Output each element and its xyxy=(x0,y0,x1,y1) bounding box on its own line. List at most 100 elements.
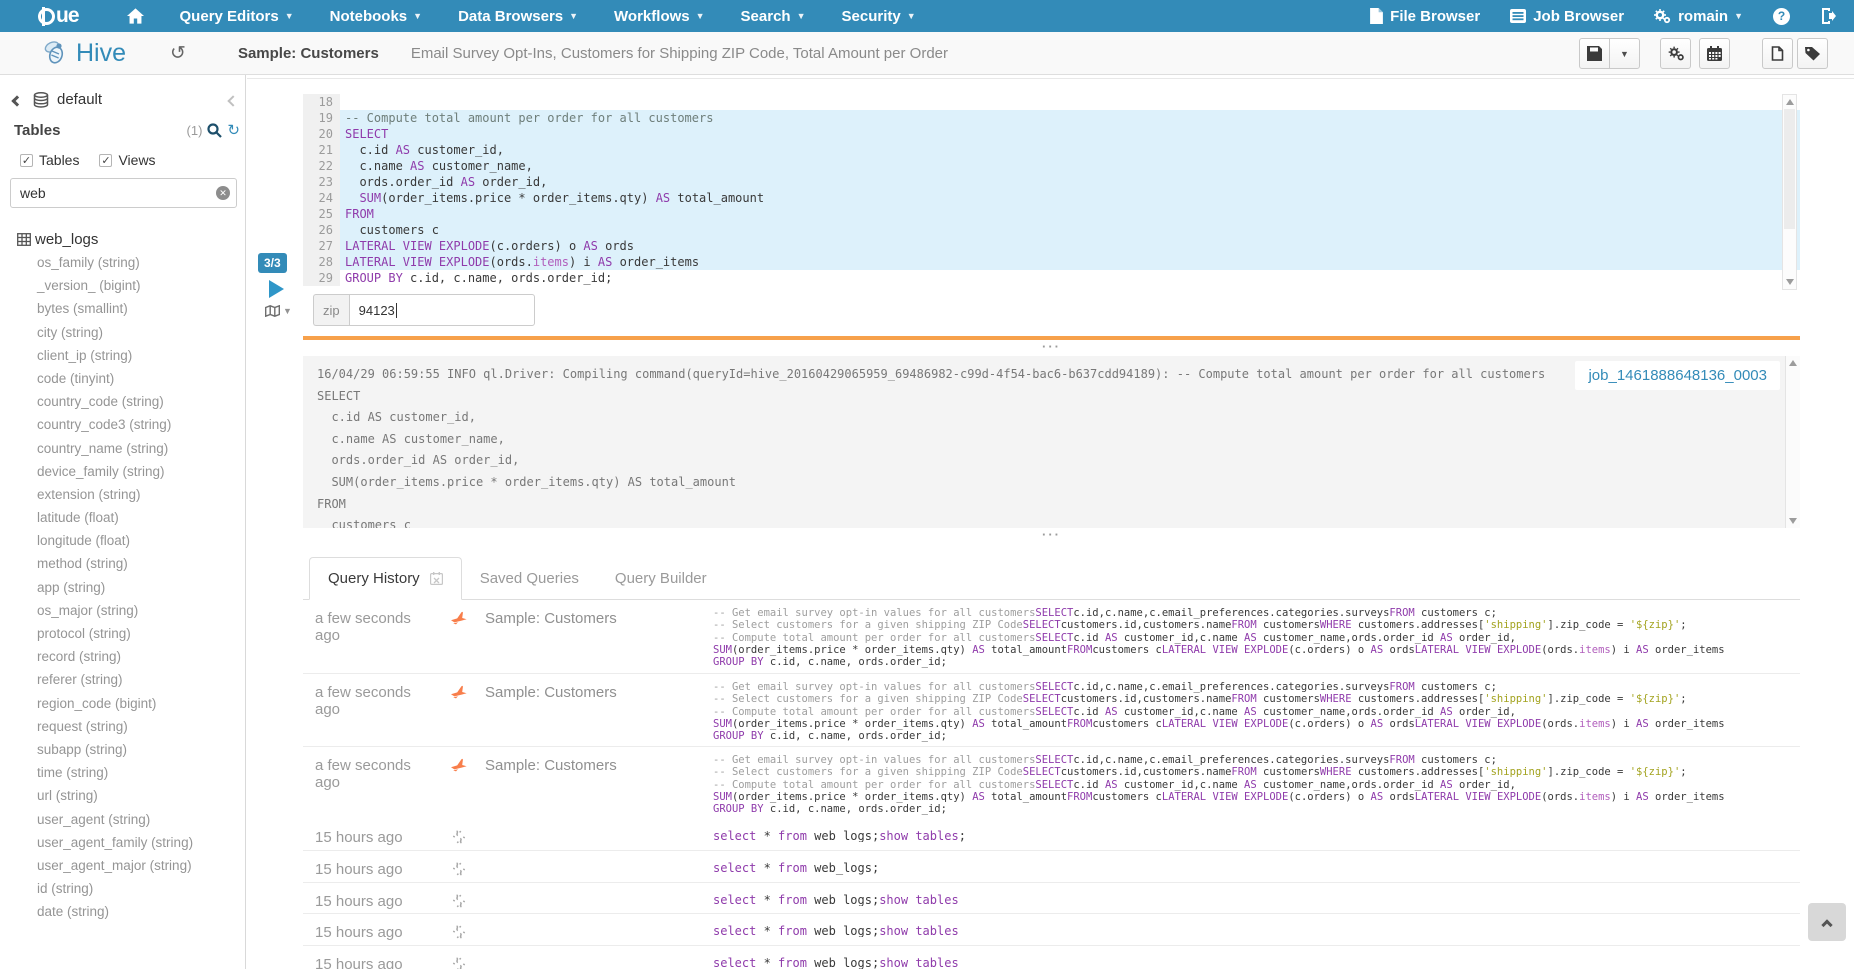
column-item[interactable]: region_code (bigint) xyxy=(0,692,245,715)
line-number[interactable]: 26 xyxy=(303,222,340,238)
save-button[interactable] xyxy=(1579,38,1610,69)
menu-query-editors[interactable]: Query Editors ▼ xyxy=(180,8,294,25)
clear-history-calendar-icon[interactable] xyxy=(430,572,443,585)
column-item[interactable]: latitude (float) xyxy=(0,506,245,529)
column-item[interactable]: device_family (string) xyxy=(0,460,245,483)
log-scrollbar[interactable] xyxy=(1785,356,1800,528)
refresh-icon[interactable]: ↻ xyxy=(227,123,240,138)
code-line[interactable]: FROM xyxy=(340,206,1800,222)
code-line[interactable]: customers c xyxy=(340,222,1800,238)
scroll-down-icon[interactable] xyxy=(1789,518,1797,524)
editor-scrollbar[interactable] xyxy=(1782,94,1797,290)
scroll-up-icon[interactable] xyxy=(1789,360,1797,366)
home-icon[interactable] xyxy=(127,8,144,24)
tab-query-history[interactable]: Query History xyxy=(309,557,462,600)
hue-logo[interactable]: ue xyxy=(38,4,79,28)
tab-saved-queries[interactable]: Saved Queries xyxy=(462,558,597,599)
column-item[interactable]: country_code3 (string) xyxy=(0,413,245,436)
column-item[interactable]: referer (string) xyxy=(0,668,245,691)
logout-icon[interactable] xyxy=(1820,8,1836,24)
code-line[interactable]: c.name AS customer_name, xyxy=(340,158,1800,174)
map-icon[interactable]: ▼ xyxy=(265,305,292,317)
line-number[interactable]: 23 xyxy=(303,174,340,190)
history-query-text[interactable]: select * from web_logs;show tables xyxy=(713,890,1800,906)
variable-value-input[interactable]: 94123 xyxy=(349,294,535,326)
line-number[interactable]: 27 xyxy=(303,238,340,254)
history-row[interactable]: 15 hours ago select * from web_logs;show… xyxy=(303,819,1800,850)
tab-query-builder[interactable]: Query Builder xyxy=(597,558,725,599)
line-number[interactable]: 24 xyxy=(303,190,340,206)
column-item[interactable]: protocol (string) xyxy=(0,622,245,645)
column-item[interactable]: extension (string) xyxy=(0,483,245,506)
column-item[interactable]: app (string) xyxy=(0,576,245,599)
database-name[interactable]: default xyxy=(57,91,102,108)
code-line[interactable]: LATERAL VIEW EXPLODE(ords.items) i AS or… xyxy=(340,254,1800,270)
line-number[interactable]: 19 xyxy=(303,110,340,126)
history-row[interactable]: 15 hours ago select * from web_logs;show… xyxy=(303,945,1800,969)
line-number[interactable]: 20 xyxy=(303,126,340,142)
column-item[interactable]: longitude (float) xyxy=(0,529,245,552)
column-item[interactable]: user_agent_major (string) xyxy=(0,854,245,877)
menu-security[interactable]: Security ▼ xyxy=(842,8,916,25)
tables-checkbox[interactable]: ✓ xyxy=(20,154,33,167)
code-line[interactable]: LATERAL VIEW EXPLODE(c.orders) o AS ords xyxy=(340,238,1800,254)
column-item[interactable]: record (string) xyxy=(0,645,245,668)
history-query-text[interactable]: -- Get email survey opt-in values for al… xyxy=(713,754,1800,815)
query-history-icon[interactable]: ↺ xyxy=(170,42,186,65)
column-item[interactable]: _version_ (bigint) xyxy=(0,274,245,297)
execute-button[interactable] xyxy=(269,280,284,298)
line-number[interactable]: 21 xyxy=(303,142,340,158)
nav-user-menu[interactable]: romain ▼ xyxy=(1654,8,1743,25)
scroll-top-button[interactable] xyxy=(1808,903,1846,941)
table-search-input[interactable] xyxy=(10,178,237,208)
query-description[interactable]: Email Survey Opt-Ins, Customers for Ship… xyxy=(411,45,948,62)
new-document-button[interactable] xyxy=(1762,38,1793,69)
column-item[interactable]: os_major (string) xyxy=(0,599,245,622)
menu-search[interactable]: Search ▼ xyxy=(741,8,806,25)
column-item[interactable]: url (string) xyxy=(0,784,245,807)
schedule-button[interactable] xyxy=(1699,38,1730,69)
menu-data-browsers[interactable]: Data Browsers ▼ xyxy=(458,8,578,25)
column-item[interactable]: date (string) xyxy=(0,900,245,923)
history-row[interactable]: 15 hours ago select * from web_logs;show… xyxy=(303,913,1800,944)
nav-file-browser[interactable]: File Browser xyxy=(1370,8,1480,25)
save-options-button[interactable]: ▼ xyxy=(1609,38,1640,69)
column-item[interactable]: method (string) xyxy=(0,552,245,575)
table-item[interactable]: web_logs xyxy=(0,227,245,251)
history-row[interactable]: 15 hours ago select * from web_logs;show… xyxy=(303,882,1800,913)
code-line[interactable]: GROUP BY c.id, c.name, ords.order_id; xyxy=(340,270,1800,286)
menu-workflows[interactable]: Workflows ▼ xyxy=(614,8,705,25)
line-number[interactable]: 28 xyxy=(303,254,340,270)
column-item[interactable]: bytes (smallint) xyxy=(0,297,245,320)
history-row[interactable]: a few seconds ago Sample: Customers -- G… xyxy=(303,600,1800,673)
query-title[interactable]: Sample: Customers xyxy=(238,45,379,62)
code-line[interactable]: -- Compute total amount per order for al… xyxy=(340,110,1800,126)
line-number[interactable]: 25 xyxy=(303,206,340,222)
column-item[interactable]: country_code (string) xyxy=(0,390,245,413)
help-icon[interactable]: ? xyxy=(1773,8,1790,25)
resize-handle[interactable]: ··· xyxy=(303,342,1800,353)
menu-notebooks[interactable]: Notebooks ▼ xyxy=(330,8,422,25)
history-query-text[interactable]: select * from web_logs;show tables xyxy=(713,921,1800,937)
line-number[interactable]: 18 xyxy=(303,94,340,110)
column-item[interactable]: city (string) xyxy=(0,321,245,344)
back-icon[interactable] xyxy=(13,92,21,108)
search-icon[interactable] xyxy=(207,123,222,138)
history-query-text[interactable]: select * from web_logs;show tables; xyxy=(713,826,1800,842)
column-item[interactable]: subapp (string) xyxy=(0,738,245,761)
column-item[interactable]: client_ip (string) xyxy=(0,344,245,367)
column-item[interactable]: id (string) xyxy=(0,877,245,900)
history-query-text[interactable]: -- Get email survey opt-in values for al… xyxy=(713,607,1800,668)
views-checkbox[interactable]: ✓ xyxy=(99,154,112,167)
history-query-text[interactable]: select * from web_logs; xyxy=(713,858,1800,874)
column-item[interactable]: time (string) xyxy=(0,761,245,784)
column-item[interactable]: os_family (string) xyxy=(0,251,245,274)
column-item[interactable]: code (tinyint) xyxy=(0,367,245,390)
settings-button[interactable] xyxy=(1660,38,1691,69)
code-line[interactable]: c.id AS customer_id, xyxy=(340,142,1800,158)
code-line[interactable]: SUM(order_items.price * order_items.qty)… xyxy=(340,190,1800,206)
nav-job-browser[interactable]: Job Browser xyxy=(1510,8,1624,25)
history-row[interactable]: a few seconds ago Sample: Customers -- G… xyxy=(303,746,1800,819)
column-item[interactable]: request (string) xyxy=(0,715,245,738)
tags-button[interactable] xyxy=(1797,38,1828,69)
